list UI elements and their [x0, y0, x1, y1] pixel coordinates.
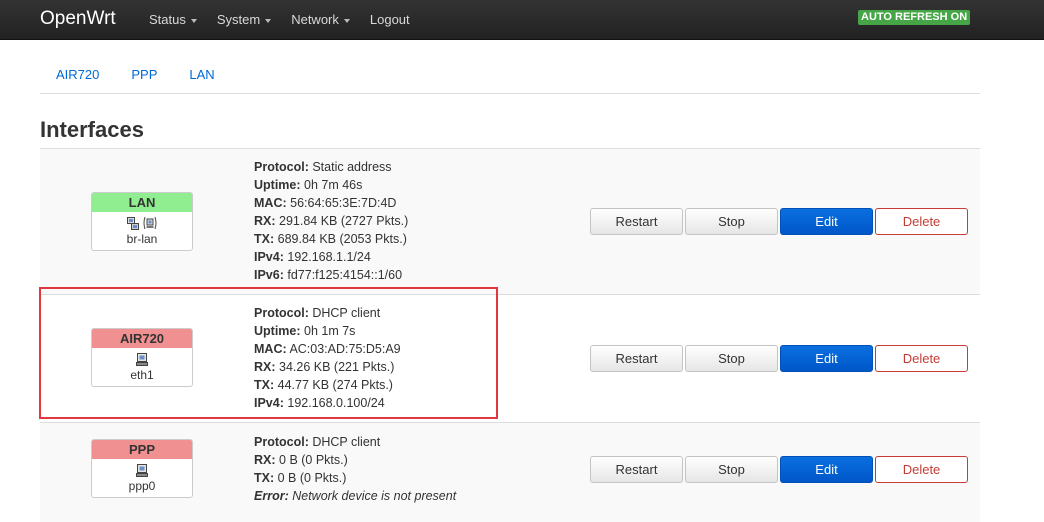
- delete-button[interactable]: Delete: [875, 345, 968, 372]
- auto-refresh-toggle[interactable]: AUTO REFRESH ON: [858, 10, 971, 25]
- menu-system-label: System: [216, 12, 261, 27]
- interface-row-lan: LAN br-lan Protocol: Static address Upti…: [40, 148, 980, 294]
- device-name: ppp0: [128, 479, 156, 493]
- interface-name: LAN: [92, 193, 192, 212]
- interface-name: PPP: [92, 440, 192, 459]
- network-bridge-icon: [126, 216, 139, 230]
- detail-ipv4: IPv4: 192.168.1.1/24: [254, 250, 371, 264]
- edit-button[interactable]: Edit: [780, 456, 873, 483]
- chevron-down-icon: [265, 18, 272, 23]
- detail-protocol: Protocol: Static address: [254, 160, 392, 174]
- main-menu: Status System Network Logout: [149, 0, 430, 40]
- page-title: Interfaces: [40, 117, 144, 142]
- device-icons: [92, 461, 192, 479]
- interface-actions-ppp: Restart Stop Edit Delete: [590, 456, 968, 483]
- detail-tx: TX: 0 B (0 Pkts.): [254, 471, 347, 485]
- interface-actions-lan: Restart Stop Edit Delete: [590, 208, 968, 235]
- detail-rx: RX: 0 B (0 Pkts.): [254, 453, 348, 467]
- menu-logout-label: Logout: [369, 12, 410, 27]
- interface-tabs: AIR720 PPP LAN: [40, 60, 980, 94]
- device-icons: [92, 214, 192, 232]
- edit-button[interactable]: Edit: [780, 345, 873, 372]
- stop-button[interactable]: Stop: [685, 456, 778, 483]
- detail-ipv6: IPv6: fd77:f125:4154::1/60: [254, 268, 403, 282]
- edit-button[interactable]: Edit: [780, 208, 873, 235]
- detail-error: Error: Network device is not present: [254, 489, 457, 503]
- tab-air720[interactable]: AIR720: [40, 60, 115, 93]
- ethernet-port-icon: [136, 463, 148, 477]
- highlight-box: [39, 287, 498, 419]
- menu-system[interactable]: System: [216, 0, 272, 40]
- menu-logout[interactable]: Logout: [370, 0, 410, 40]
- interface-badge-ppp: PPP ppp0: [91, 439, 193, 498]
- menu-network[interactable]: Network: [291, 0, 350, 40]
- menu-status[interactable]: Status: [149, 0, 197, 40]
- stop-button[interactable]: Stop: [685, 208, 778, 235]
- detail-mac: MAC: 56:64:65:3E:7D:4D: [254, 196, 397, 210]
- restart-button[interactable]: Restart: [590, 456, 683, 483]
- menu-network-label: Network: [291, 12, 339, 27]
- menu-status-label: Status: [149, 12, 186, 27]
- interface-row-ppp: PPP ppp0 Protocol: DHCP client RX: 0 B (…: [40, 422, 980, 522]
- restart-button[interactable]: Restart: [590, 208, 683, 235]
- tab-lan[interactable]: LAN: [173, 60, 230, 93]
- delete-button[interactable]: Delete: [875, 456, 968, 483]
- device-name: br-lan: [126, 232, 158, 246]
- wireless-icon: [143, 216, 156, 230]
- restart-button[interactable]: Restart: [590, 345, 683, 372]
- chevron-down-icon: [190, 18, 197, 23]
- detail-protocol: Protocol: DHCP client: [254, 435, 381, 449]
- interface-actions-air720: Restart Stop Edit Delete: [590, 345, 968, 372]
- interface-details-lan: Protocol: Static address Uptime: 0h 7m 4…: [254, 158, 408, 284]
- top-navbar: OpenWrt Status System Network Logout AUT…: [0, 0, 1044, 40]
- interface-badge-lan: LAN br-lan: [91, 192, 193, 251]
- detail-tx: TX: 689.84 KB (2053 Pkts.): [254, 232, 407, 246]
- chevron-down-icon: [343, 18, 350, 23]
- brand-logo[interactable]: OpenWrt: [40, 7, 116, 31]
- stop-button[interactable]: Stop: [685, 345, 778, 372]
- detail-rx: RX: 291.84 KB (2727 Pkts.): [254, 214, 409, 228]
- tab-ppp[interactable]: PPP: [115, 60, 173, 93]
- interface-details-ppp: Protocol: DHCP client RX: 0 B (0 Pkts.) …: [254, 433, 456, 505]
- delete-button[interactable]: Delete: [875, 208, 968, 235]
- detail-uptime: Uptime: 0h 7m 46s: [254, 178, 363, 192]
